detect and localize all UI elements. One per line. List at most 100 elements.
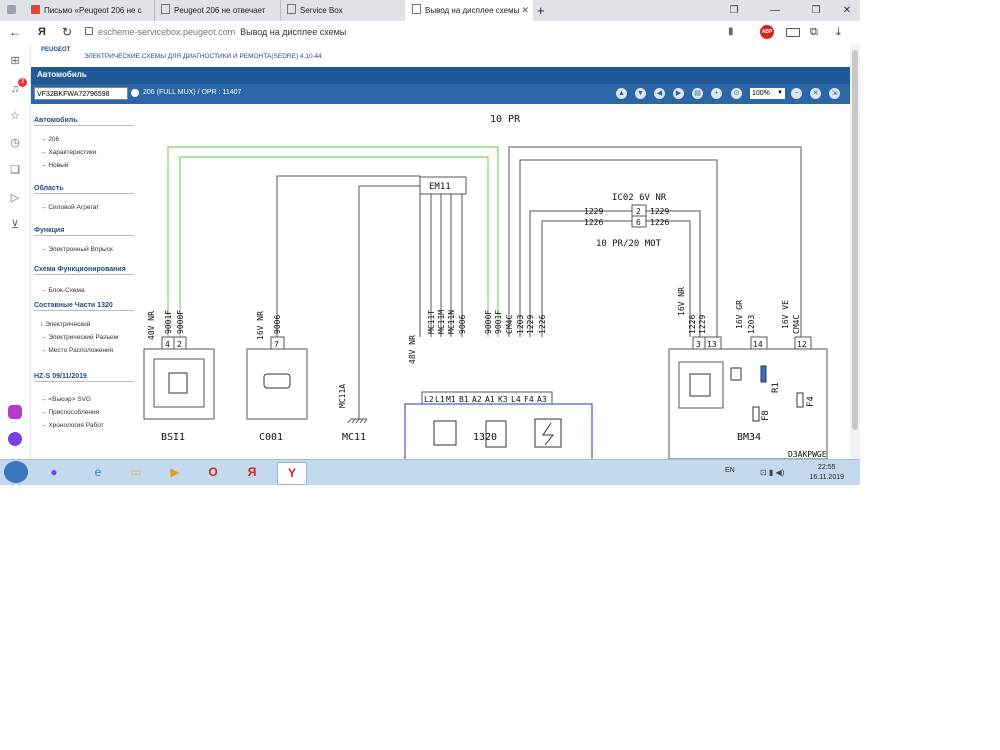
- ic02-pin-6: 6: [636, 218, 641, 227]
- vertical-scrollbar[interactable]: [850, 44, 860, 459]
- ecu-pin-10: A3: [537, 395, 547, 404]
- component-bm34: BM34: [737, 432, 761, 443]
- component-1320: 1320: [473, 432, 497, 443]
- ecu-wire-10: 1226: [538, 315, 547, 334]
- ic02-wire-3: 1226: [584, 218, 603, 227]
- bm34-wire-2: 1229: [698, 315, 707, 334]
- ecu-wire-5: 9000F: [484, 310, 493, 334]
- menu-item-new[interactable]: → Новый: [40, 162, 68, 169]
- ecu-pin-4: B1: [459, 395, 469, 404]
- ie-icon[interactable]: e: [84, 462, 112, 483]
- address-bar: ← Я ↻ escheme-servicebox.peugeot.com Выв…: [0, 21, 860, 45]
- history-icon[interactable]: ◷: [8, 136, 22, 150]
- alice-app-icon[interactable]: [8, 405, 22, 419]
- f8-label: F8: [761, 410, 771, 421]
- media-player-icon[interactable]: ▶: [161, 462, 189, 483]
- component-bsi1: BSI1: [161, 432, 185, 443]
- url-domain: escheme-servicebox.peugeot.com: [98, 27, 236, 37]
- reload-icon[interactable]: ↻: [62, 24, 72, 40]
- ecu-pin-labels: L2 L1 M1 B1 A2 A1 K3 L4 F4 A3: [424, 395, 547, 404]
- ecu-wire-9: 1229: [526, 315, 535, 334]
- start-button[interactable]: [4, 461, 28, 483]
- bsi-connector-label: 40V NR: [147, 311, 156, 340]
- print-icon[interactable]: ▤: [692, 88, 703, 99]
- back-icon[interactable]: ←: [9, 24, 21, 40]
- nav-up-icon[interactable]: ▲: [616, 88, 627, 99]
- chevron-down-icon: ▼: [777, 90, 783, 96]
- export-icon[interactable]: ⇲: [829, 88, 840, 99]
- diagram-top-label: 10 PR: [490, 114, 521, 125]
- browser-menu-tab[interactable]: [0, 0, 24, 21]
- menu-item-work-history[interactable]: → Хронология Работ: [40, 422, 104, 429]
- battery-extension-icon[interactable]: [786, 28, 800, 37]
- bm34-connector-3: 16V VE: [781, 300, 790, 329]
- bookmark-icon[interactable]: ▮: [728, 24, 734, 40]
- star-icon[interactable]: ☆: [8, 109, 22, 123]
- menu-item-block-scheme[interactable]: → Блок-Схема: [40, 287, 85, 294]
- c001-connector-label: 16V NR: [256, 311, 265, 340]
- alice-icon[interactable]: ●: [40, 462, 68, 483]
- nav-down-icon[interactable]: ▼: [635, 88, 646, 99]
- tabs-icon: [7, 5, 16, 14]
- zoom-out-icon[interactable]: −: [791, 88, 802, 99]
- alice-icon[interactable]: [8, 432, 22, 446]
- scrollbar-thumb[interactable]: [852, 50, 858, 430]
- yandex-icon[interactable]: Я: [238, 462, 266, 483]
- diagram-reference: D3AKPWGE: [788, 450, 827, 459]
- menu-item-power-unit[interactable]: → Силовой Агрегат: [40, 204, 99, 211]
- zoom-in-icon[interactable]: +: [711, 88, 722, 99]
- menu-item-injection[interactable]: → Электронный Впрыск: [40, 246, 113, 253]
- yandex-icon[interactable]: Я: [38, 24, 46, 40]
- tab-peugeot-forum[interactable]: Peugeot 206 не отвечает: [154, 0, 281, 21]
- wiring-diagram: 10 PR EM11 IC02 6V NR 1229 1229 1226 122…: [143, 114, 828, 459]
- url-field[interactable]: escheme-servicebox.peugeot.com Вывод на …: [85, 24, 745, 41]
- opera-icon[interactable]: O: [199, 462, 227, 483]
- ic02-wire-1: 1229: [584, 207, 603, 216]
- menu-item-206[interactable]: → 206: [40, 136, 59, 143]
- menu-item-connector[interactable]: → Электрический Разъем: [40, 334, 118, 341]
- menu-item-electrical[interactable]: ↓ Электрический: [40, 321, 90, 328]
- mot-label: 10 PR/20 MOT: [596, 239, 662, 249]
- collections-icon[interactable]: ❐: [721, 0, 747, 21]
- collections-icon[interactable]: ❏: [8, 163, 22, 177]
- zoom-select[interactable]: 100% ▼: [750, 88, 785, 99]
- grid-icon[interactable]: ⊞: [8, 54, 22, 68]
- app-title: ЭЛЕКТРИЧЕСКИЕ СХЕМЫ ДЛЯ ДИАГНОСТИКИ И РЕ…: [84, 53, 322, 60]
- menu-heading-scheme: Схема Функционирования: [34, 266, 134, 275]
- page-icon: [161, 4, 170, 14]
- menu-item-tools[interactable]: → Приспособления: [40, 409, 99, 416]
- menu-heading-components: Составные Части 1320: [34, 302, 134, 311]
- minimize-icon[interactable]: —: [762, 0, 788, 21]
- bsi-wire-1: 9001F: [164, 310, 173, 334]
- ecu-pin-2: L1: [435, 395, 445, 404]
- ecu-wire-labels: MC11T MC11M MC11N 9006 9000F 9001F CM4C …: [427, 310, 547, 334]
- download-icon[interactable]: ⤓: [836, 24, 841, 40]
- menu-item-svg-viewer[interactable]: → <Вьюэр> SVG: [40, 396, 91, 403]
- nav-left-icon[interactable]: ◀: [654, 88, 665, 99]
- close-tab-icon[interactable]: ✕: [521, 0, 529, 21]
- menu-item-location[interactable]: → Место Расположения: [40, 347, 113, 354]
- adblock-icon[interactable]: ABP: [760, 25, 774, 39]
- ecu-pin-3: M1: [446, 395, 456, 404]
- close-window-icon[interactable]: ✕: [834, 0, 860, 21]
- tray-icons[interactable]: ⊡ ▮ ◀): [760, 468, 784, 477]
- extension-icon[interactable]: ⧉: [810, 24, 818, 40]
- clock[interactable]: 22:55 16.11.2019: [809, 463, 844, 483]
- close-icon[interactable]: ✕: [810, 88, 821, 99]
- nav-right-icon[interactable]: ▶: [673, 88, 684, 99]
- play-icon[interactable]: ▷: [8, 191, 22, 205]
- menu-item-characteristics[interactable]: → Характеристики: [40, 149, 97, 156]
- new-tab-button[interactable]: +: [537, 0, 553, 21]
- fit-icon[interactable]: ⊙: [731, 88, 742, 99]
- vin-field[interactable]: VF32BKFWA72796598: [34, 87, 128, 100]
- tab-mail[interactable]: Письмо «Peugeot 206 не с: [24, 0, 155, 21]
- maximize-icon[interactable]: ❐: [803, 0, 829, 21]
- tab-service-box[interactable]: Service Box: [280, 0, 406, 21]
- bm34-pin-14: 14: [753, 340, 763, 349]
- download-icon[interactable]: ⊻: [8, 218, 22, 232]
- yandex-browser-icon[interactable]: Y: [277, 462, 307, 485]
- tab-scheme-display[interactable]: Вывод на дисплее схемы ✕: [405, 0, 533, 21]
- folder-icon[interactable]: ▭: [122, 462, 150, 483]
- menu-heading-vehicle: Автомобиль: [34, 117, 134, 126]
- language-indicator[interactable]: EN: [725, 467, 735, 474]
